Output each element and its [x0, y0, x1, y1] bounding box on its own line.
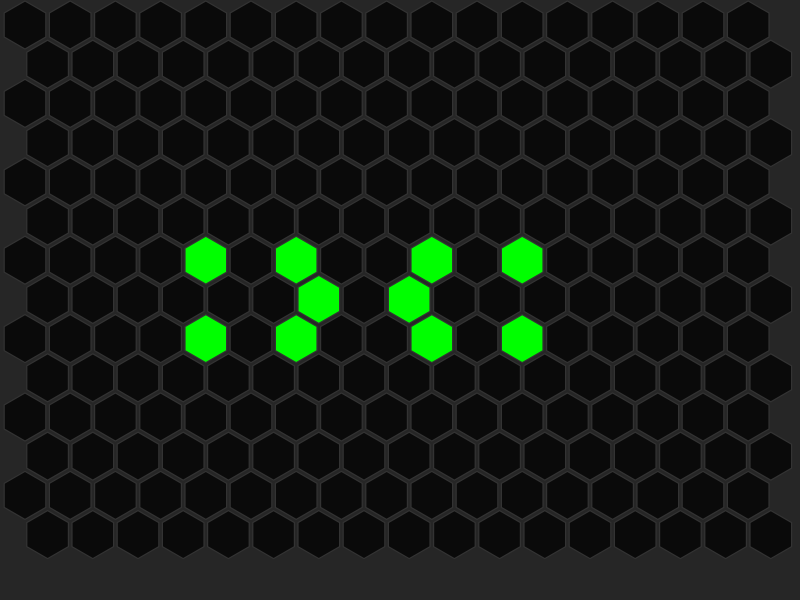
hex-game-board[interactable]: [0, 0, 800, 600]
